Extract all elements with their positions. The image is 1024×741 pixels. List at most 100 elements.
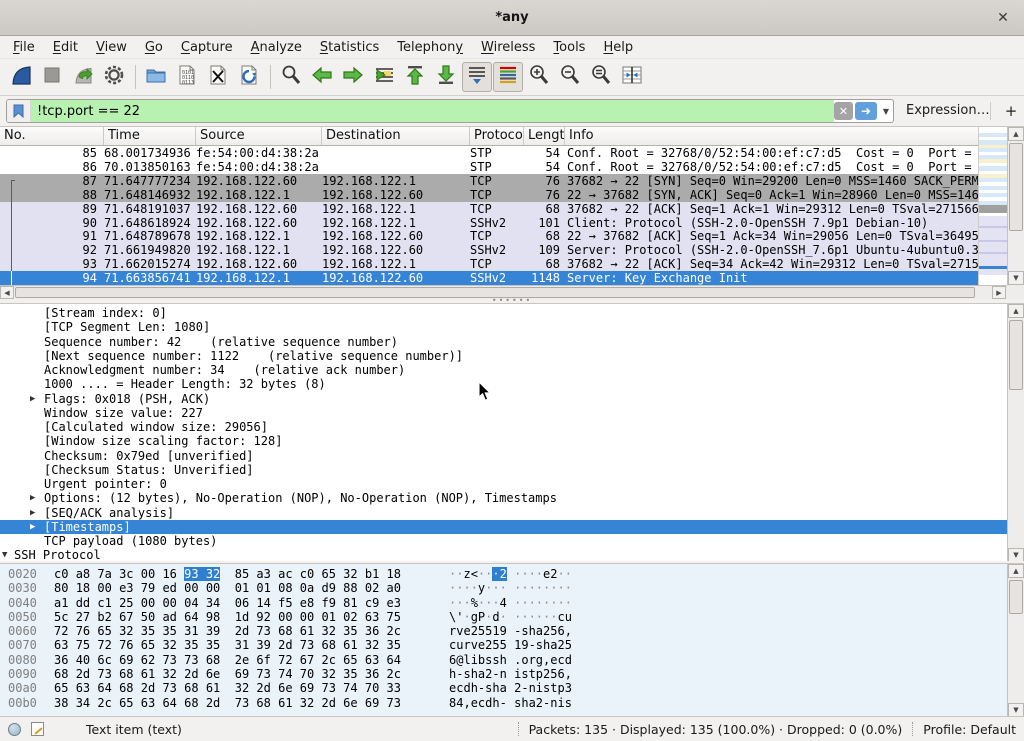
packet-row-86[interactable]: 8670.013850163fe:54:00:d4:38:2aSTP54Conf… (0, 160, 978, 174)
start-capture-button[interactable] (6, 62, 36, 92)
expand-icon[interactable]: ▶ (30, 392, 35, 406)
hex-row-0020[interactable]: 0020c0 a8 7a 3c 00 16 93 32 85 a3 ac c0 … (0, 567, 1007, 581)
restart-capture-button[interactable] (68, 62, 98, 92)
profile-button[interactable]: Profile: Default (923, 722, 1016, 737)
packet-row-90[interactable]: 9071.648618924192.168.122.60192.168.122.… (0, 216, 978, 230)
zoom-original-button[interactable] (586, 62, 616, 92)
open-file-button[interactable] (141, 62, 171, 92)
detail-line[interactable]: ▶Options: (12 bytes), No-Operation (NOP)… (0, 491, 1007, 505)
scroll-down-icon[interactable]: ▼ (1008, 703, 1024, 716)
detail-line[interactable]: [Stream index: 0] (0, 306, 1007, 320)
packet-row-87[interactable]: 8771.647777234192.168.122.60192.168.122.… (0, 174, 978, 188)
scroll-down-icon[interactable]: ▼ (1008, 271, 1024, 285)
zoom-in-button[interactable] (524, 62, 554, 92)
resize-columns-button[interactable] (617, 62, 647, 92)
menu-go[interactable]: Go (136, 38, 172, 57)
column-header-length[interactable]: Length (524, 127, 565, 145)
hex-row-0030[interactable]: 003080 18 00 e3 79 ed 00 00 01 01 08 0a … (0, 581, 1007, 595)
column-header-protocol[interactable]: Protocol (470, 127, 524, 145)
reload-file-button[interactable] (234, 62, 264, 92)
packet-row-94[interactable]: 9471.663856741192.168.122.1192.168.122.6… (0, 271, 978, 285)
close-window-icon[interactable]: ✕ (994, 9, 1012, 27)
scroll-up-icon[interactable]: ▲ (1008, 564, 1024, 578)
packet-list-vertical-scrollbar[interactable]: ▲ ▼ (1007, 127, 1024, 285)
filter-history-dropdown-icon[interactable]: ▼ (879, 107, 893, 116)
details-vertical-scrollbar[interactable]: ▲ ▼ (1007, 304, 1024, 561)
scroll-right-icon[interactable]: ▶ (992, 286, 1006, 299)
hex-row-0060[interactable]: 006072 76 65 32 35 35 31 39 2d 73 68 61 … (0, 624, 1007, 638)
display-filter-input[interactable]: !tcp.port == 22 ✕ ➜ ▼ (6, 99, 894, 123)
scroll-down-icon[interactable]: ▼ (1008, 548, 1024, 561)
expert-info-icon[interactable] (8, 723, 21, 736)
detail-line[interactable]: ▼SSH Protocol (0, 548, 1007, 561)
detail-line[interactable]: [Checksum Status: Unverified] (0, 463, 1007, 477)
detail-line[interactable]: ▶Flags: 0x018 (PSH, ACK) (0, 392, 1007, 406)
menu-statistics[interactable]: Statistics (311, 38, 388, 57)
menu-wireless[interactable]: Wireless (472, 38, 544, 57)
column-header-no[interactable]: No. (0, 127, 104, 145)
detail-line[interactable]: TCP payload (1080 bytes) (0, 534, 1007, 548)
detail-line[interactable]: ▶[Timestamps] (0, 520, 1007, 534)
hex-row-00b0[interactable]: 00b038 34 2c 65 63 64 68 2d 73 68 61 32 … (0, 696, 1007, 710)
column-header-time[interactable]: Time (104, 127, 196, 145)
packet-row-91[interactable]: 9171.648789678192.168.122.1192.168.122.6… (0, 229, 978, 243)
collapse-icon[interactable]: ▼ (2, 548, 7, 561)
expand-icon[interactable]: ▶ (30, 491, 35, 505)
scrollbar-thumb[interactable] (1009, 580, 1023, 614)
hex-row-0090[interactable]: 009068 2d 73 68 61 32 2d 6e 69 73 74 70 … (0, 667, 1007, 681)
scroll-up-icon[interactable]: ▲ (1008, 127, 1024, 141)
hex-row-0050[interactable]: 00505c 27 b2 67 50 ad 64 98 1d 92 00 00 … (0, 610, 1007, 624)
detail-line[interactable]: [Window size scaling factor: 128] (0, 434, 1007, 448)
filter-bookmark-icon[interactable] (7, 100, 31, 122)
detail-line[interactable]: [Calculated window size: 29056] (0, 420, 1007, 434)
scroll-up-icon[interactable]: ▲ (1008, 304, 1024, 318)
menu-edit[interactable]: Edit (44, 38, 87, 57)
bytes-vertical-scrollbar[interactable]: ▲ ▼ (1007, 564, 1024, 716)
save-file-button[interactable]: 010101100113 (172, 62, 202, 92)
menu-view[interactable]: View (87, 38, 136, 57)
hex-row-00a0[interactable]: 00a065 63 64 68 2d 73 68 61 32 2d 6e 69 … (0, 681, 1007, 695)
go-to-packet-button[interactable] (369, 62, 399, 92)
menu-analyze[interactable]: Analyze (242, 38, 311, 57)
menu-capture[interactable]: Capture (172, 38, 242, 57)
column-header-source[interactable]: Source (196, 127, 322, 145)
detail-line[interactable]: Sequence number: 42 (relative sequence n… (0, 335, 1007, 349)
filter-text[interactable]: !tcp.port == 22 (31, 100, 834, 122)
go-back-button[interactable] (307, 62, 337, 92)
packet-row-85[interactable]: 8568.001734936fe:54:00:d4:38:2aSTP54Conf… (0, 146, 978, 160)
menu-tools[interactable]: Tools (544, 38, 594, 57)
close-file-button[interactable] (203, 62, 233, 92)
detail-line[interactable]: Checksum: 0x79ed [unverified] (0, 449, 1007, 463)
packet-row-89[interactable]: 8971.648191037192.168.122.60192.168.122.… (0, 202, 978, 216)
go-last-button[interactable] (431, 62, 461, 92)
scrollbar-thumb[interactable] (1009, 320, 1023, 390)
scrollbar-thumb[interactable] (1009, 143, 1023, 231)
clear-filter-button[interactable]: ✕ (834, 102, 853, 120)
expand-icon[interactable]: ▶ (30, 520, 35, 534)
intelligent-scrollbar-minimap[interactable] (978, 127, 1007, 285)
expand-icon[interactable]: ▶ (30, 506, 35, 520)
hex-dump[interactable]: 0020c0 a8 7a 3c 00 16 93 32 85 a3 ac c0 … (0, 567, 1007, 710)
menu-telephony[interactable]: Telephony (388, 38, 472, 57)
add-filter-button[interactable]: + (1002, 99, 1020, 123)
go-first-button[interactable] (400, 62, 430, 92)
expression-button[interactable]: Expression… (906, 103, 990, 118)
detail-line[interactable]: [Next sequence number: 1122 (relative se… (0, 349, 1007, 363)
capture-comment-icon[interactable] (31, 722, 44, 736)
detail-line[interactable]: [TCP Segment Len: 1080] (0, 320, 1007, 334)
hex-row-0070[interactable]: 007063 75 72 76 65 32 35 35 31 39 2d 73 … (0, 638, 1007, 652)
packet-row-93[interactable]: 9371.662015274192.168.122.60192.168.122.… (0, 257, 978, 271)
detail-line[interactable]: Urgent pointer: 0 (0, 477, 1007, 491)
menu-help[interactable]: Help (594, 38, 642, 57)
detail-line[interactable]: Window size value: 227 (0, 406, 1007, 420)
detail-line[interactable]: Acknowledgment number: 34 (relative ack … (0, 363, 1007, 377)
menu-file[interactable]: File (4, 38, 44, 57)
packet-row-92[interactable]: 9271.661949820192.168.122.1192.168.122.6… (0, 243, 978, 257)
go-forward-button[interactable] (338, 62, 368, 92)
scroll-left-icon[interactable]: ◀ (0, 286, 14, 299)
capture-options-button[interactable] (99, 62, 129, 92)
column-header-destination[interactable]: Destination (322, 127, 470, 145)
find-packet-button[interactable] (276, 62, 306, 92)
detail-line[interactable]: ▶[SEQ/ACK analysis] (0, 506, 1007, 520)
hex-row-0040[interactable]: 0040a1 dd c1 25 00 00 04 34 06 14 f5 e8 … (0, 596, 1007, 610)
